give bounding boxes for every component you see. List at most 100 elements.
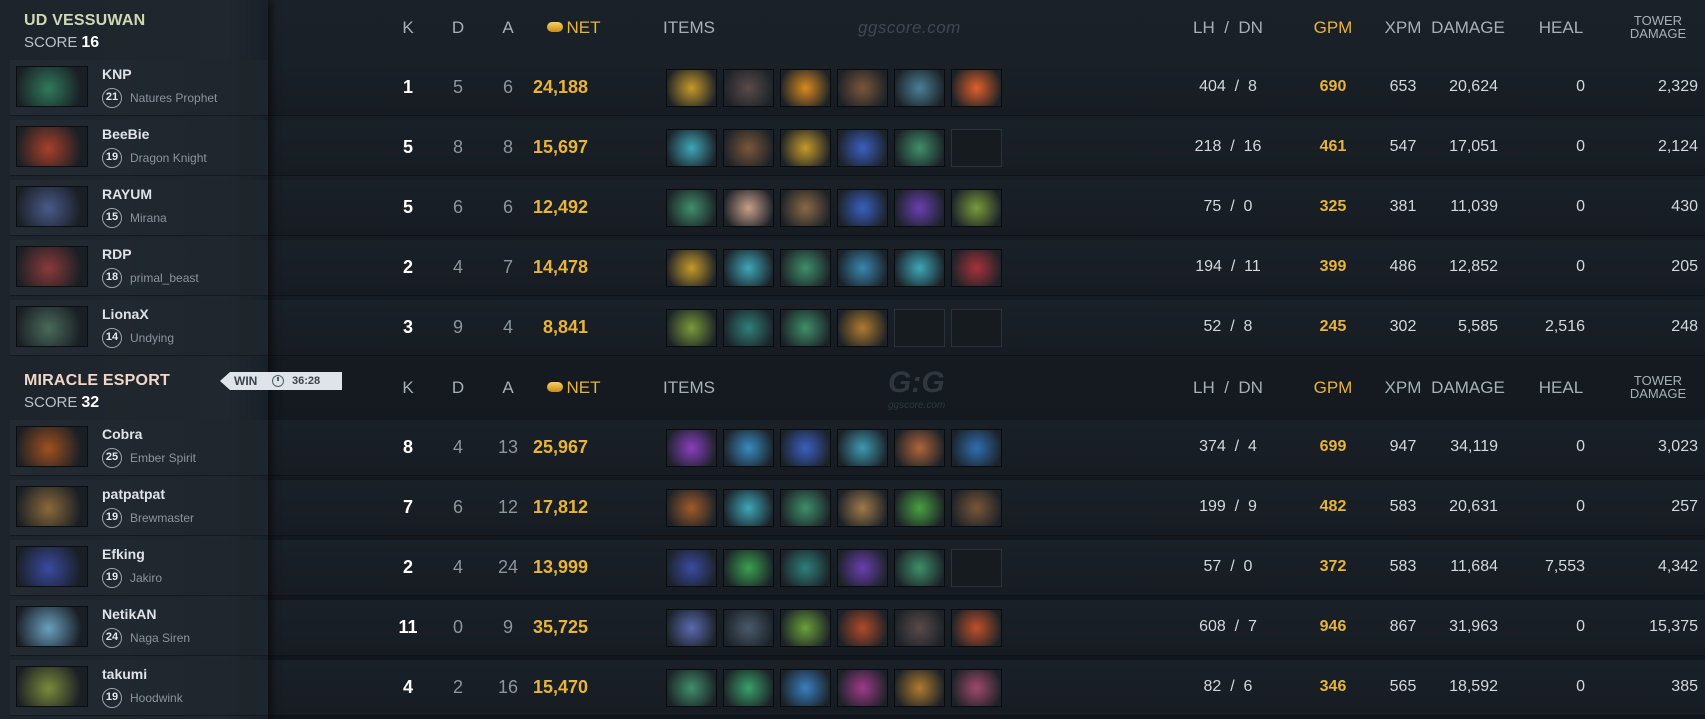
item-icon[interactable] — [723, 189, 774, 227]
item-icon[interactable] — [780, 609, 831, 647]
stat-heal: 0 — [1576, 78, 1585, 95]
stat-damage: 34,119 — [1450, 438, 1498, 455]
item-icon[interactable] — [894, 669, 945, 707]
item-icon[interactable] — [723, 429, 774, 467]
item-icon[interactable] — [780, 249, 831, 287]
player-name[interactable]: KNP — [102, 66, 132, 82]
team-score-label: SCORE — [24, 34, 78, 51]
item-icon[interactable] — [894, 189, 945, 227]
item-icon[interactable] — [666, 549, 717, 587]
stat-lhdn: 194 / 11 — [1195, 258, 1261, 275]
item-icon[interactable] — [723, 669, 774, 707]
item-icon[interactable] — [894, 429, 945, 467]
player-card[interactable]: Cobra 25 Ember Spirit — [10, 420, 268, 476]
item-icon[interactable] — [894, 129, 945, 167]
item-icon[interactable] — [666, 429, 717, 467]
player-name[interactable]: LionaX — [102, 306, 149, 322]
item-icon[interactable] — [837, 189, 888, 227]
item-icon[interactable] — [951, 489, 1002, 527]
column-header-tower-damage: TOWER DAMAGE — [1608, 14, 1705, 40]
player-name[interactable]: patpatpat — [102, 486, 165, 502]
item-icon[interactable] — [894, 249, 945, 287]
item-icon[interactable] — [951, 189, 1002, 227]
item-icon[interactable] — [837, 429, 888, 467]
item-icon[interactable] — [666, 309, 717, 347]
item-icon[interactable] — [666, 69, 717, 107]
stat-d: 4 — [452, 437, 463, 457]
item-icon[interactable] — [951, 669, 1002, 707]
item-icon[interactable] — [951, 69, 1002, 107]
item-icon[interactable] — [837, 309, 888, 347]
player-card[interactable]: RAYUM 15 Mirana — [10, 180, 268, 236]
player-card[interactable]: LionaX 14 Undying — [10, 300, 268, 356]
gold-icon — [546, 382, 563, 392]
scoreboard: UD VESSUWAN SCORE 16 KNP 21 Natures Prophet Be… — [0, 0, 1705, 719]
player-name[interactable]: RDP — [102, 246, 132, 262]
item-icon[interactable] — [780, 129, 831, 167]
item-icon[interactable] — [837, 249, 888, 287]
item-icon[interactable] — [780, 189, 831, 227]
item-icon[interactable] — [894, 69, 945, 107]
item-icon[interactable] — [894, 609, 945, 647]
item-icon[interactable] — [951, 429, 1002, 467]
hero-portrait-image — [17, 247, 87, 286]
item-icon[interactable] — [837, 489, 888, 527]
item-icon[interactable] — [723, 609, 774, 647]
item-icon[interactable] — [837, 129, 888, 167]
item-icon[interactable] — [723, 69, 774, 107]
empty-item-slot[interactable] — [951, 549, 1002, 587]
item-icon[interactable] — [666, 669, 717, 707]
stat-lhdn: 218 / 16 — [1194, 138, 1262, 155]
item-icon[interactable] — [780, 69, 831, 107]
item-icon[interactable] — [894, 549, 945, 587]
item-icon[interactable] — [723, 249, 774, 287]
empty-item-slot[interactable] — [951, 129, 1002, 167]
column-header-k: K — [402, 378, 414, 397]
column-header-lhdn: LH / DN — [1193, 18, 1263, 37]
stat-d: 6 — [452, 497, 463, 517]
player-name[interactable]: takumi — [102, 666, 147, 682]
player-name[interactable]: Efking — [102, 546, 145, 562]
item-icon[interactable] — [780, 309, 831, 347]
item-icon[interactable] — [666, 609, 717, 647]
stats-header-row: K D A NET ITEMS LH / DN GPM XPM DAMAGE HEAL TOWER D… — [268, 360, 1705, 416]
player-card[interactable]: BeeBie 19 Dragon Knight — [10, 120, 268, 176]
item-icon[interactable] — [894, 489, 945, 527]
item-icon[interactable] — [723, 489, 774, 527]
player-name[interactable]: NetikAN — [102, 606, 156, 622]
player-card[interactable]: NetikAN 24 Naga Siren — [10, 600, 268, 656]
item-icon[interactable] — [780, 669, 831, 707]
item-icon[interactable] — [837, 69, 888, 107]
player-card[interactable]: RDP 18 primal_beast — [10, 240, 268, 296]
column-header-gpm: GPM — [1313, 18, 1353, 37]
item-icon[interactable] — [723, 549, 774, 587]
player-name[interactable]: RAYUM — [102, 186, 152, 202]
player-card[interactable]: takumi 19 Hoodwink — [10, 660, 268, 716]
player-card[interactable]: Efking 19 Jakiro — [10, 540, 268, 596]
item-icon[interactable] — [666, 249, 717, 287]
tower-label-line2: DAMAGE — [1629, 26, 1687, 41]
player-name[interactable]: BeeBie — [102, 126, 149, 142]
item-icon[interactable] — [723, 309, 774, 347]
item-icon[interactable] — [780, 549, 831, 587]
player-card[interactable]: patpatpat 19 Brewmaster — [10, 480, 268, 536]
item-icon[interactable] — [780, 429, 831, 467]
item-icon[interactable] — [666, 489, 717, 527]
player-card[interactable]: KNP 21 Natures Prophet — [10, 60, 268, 116]
item-icon[interactable] — [951, 609, 1002, 647]
empty-item-slot[interactable] — [951, 309, 1002, 347]
column-header-tower-damage: TOWER DAMAGE — [1608, 374, 1705, 400]
player-stats-row: 1 5 6 24,188 404 / 8 690 653 20,624 0 2,329 — [268, 60, 1705, 116]
item-icon[interactable] — [837, 669, 888, 707]
item-icon[interactable] — [837, 609, 888, 647]
item-icon[interactable] — [780, 489, 831, 527]
hero-name: Jakiro — [130, 571, 163, 585]
item-icon[interactable] — [666, 129, 717, 167]
empty-item-slot[interactable] — [894, 309, 945, 347]
item-icon[interactable] — [666, 189, 717, 227]
item-icon[interactable] — [723, 129, 774, 167]
item-icon[interactable] — [951, 249, 1002, 287]
team-header: MIRACLE ESPORT SCORE 32 — [24, 372, 170, 412]
player-name[interactable]: Cobra — [102, 426, 142, 442]
item-icon[interactable] — [837, 549, 888, 587]
